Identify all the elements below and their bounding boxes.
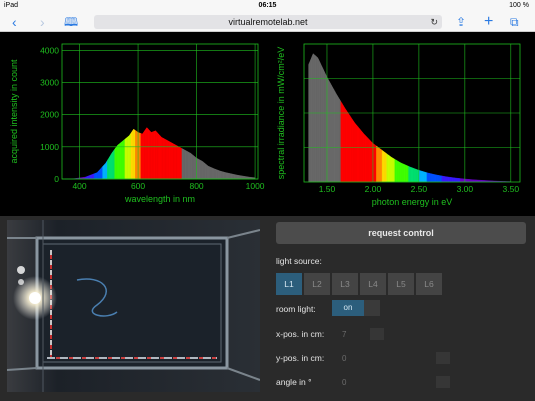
light-source-label: light source: [276,256,322,266]
y-tick-label: 4000 [40,45,59,55]
add-tab-icon[interactable]: + [484,13,493,31]
ypos-stepper[interactable] [436,352,450,364]
y-tick-label: 2000 [40,110,59,120]
forward-icon[interactable]: › [40,13,45,31]
share-icon[interactable]: ⇪ [456,13,466,31]
lab-area: request control light source: L1 L2 L3 L… [0,216,535,401]
spectrum-charts: 400 600 800 1000 0 1000 2000 3000 4000 wavelength… [0,33,535,216]
angle-stepper[interactable] [436,376,450,388]
y-axis-label: acquired intensity in count [9,59,19,164]
bookmarks-icon[interactable]: 🕮 [64,13,78,31]
spectrum-segment [95,172,98,180]
url-text: virtualremotelab.net [228,17,308,27]
wavelength-chart: 400 600 800 1000 0 1000 2000 3000 4000 wavelength… [9,43,265,204]
light-source-l4[interactable]: L4 [360,273,386,295]
y-axis-label: spectral irradiance in mW/cm²/eV [276,47,286,180]
x-tick-label: 2.50 [411,184,428,194]
ypos-value[interactable]: 0 [342,354,346,363]
camera-image [7,220,260,392]
reload-icon[interactable]: ↻ [430,15,438,29]
x-tick-label: 800 [189,181,203,191]
spectrum-segment [92,173,95,180]
battery-indicator: 100 % [509,2,529,9]
camera-view [7,220,260,392]
tabs-icon[interactable]: ⧉ [510,13,519,31]
ypos-label: y-pos. in cm: [276,353,325,363]
light-source-l6[interactable]: L6 [416,273,442,295]
room-light-label: room light: [276,304,316,314]
clock: 06:15 [258,2,277,9]
room-light-state: on [332,300,364,316]
browser-toolbar: ‹ › 🕮 virtualremotelab.net ↻ ⇪ + ⧉ [0,12,535,32]
energy-chart: 1.50 2.00 2.50 3.00 3.50 photon energy in eV s… [276,43,521,207]
xpos-label: x-pos. in cm: [276,329,325,339]
spectrum-segment [89,174,92,180]
spectrum-segment [86,175,89,180]
control-panel: request control light source: L1 L2 L3 L… [270,216,535,401]
spectrum-segment [93,172,96,180]
y-tick-label: 3000 [40,78,59,88]
y-tick-label: 1000 [40,142,59,152]
light-source-l5[interactable]: L5 [388,273,414,295]
y-tick-label: 0 [54,174,59,184]
x-tick-label: 400 [72,181,86,191]
xpos-value[interactable]: 7 [342,330,346,339]
status-bar: iPad 06:15 100 % [0,0,535,12]
angle-value[interactable]: 0 [342,378,346,387]
x-axis-label: wavelength in nm [124,194,195,204]
x-tick-label: 2.00 [365,184,382,194]
xpos-stepper[interactable] [370,328,384,340]
x-tick-label: 3.00 [457,184,474,194]
room-light-toggle[interactable]: on [332,300,380,316]
x-tick-label: 1000 [246,181,265,191]
spectrum-segment [91,173,93,180]
x-axis-label: photon energy in eV [372,197,453,207]
x-tick-label: 600 [131,181,145,191]
angle-label: angle in ° [276,377,312,387]
light-source-l1[interactable]: L1 [276,273,302,295]
x-tick-label: 1.50 [319,184,336,194]
light-source-l3[interactable]: L3 [332,273,358,295]
request-control-button[interactable]: request control [276,222,526,244]
back-icon[interactable]: ‹ [12,13,17,31]
light-source-l2[interactable]: L2 [304,273,330,295]
address-bar[interactable]: virtualremotelab.net ↻ [94,15,442,29]
x-tick-label: 3.50 [503,184,520,194]
spectrum-segment [88,175,90,180]
